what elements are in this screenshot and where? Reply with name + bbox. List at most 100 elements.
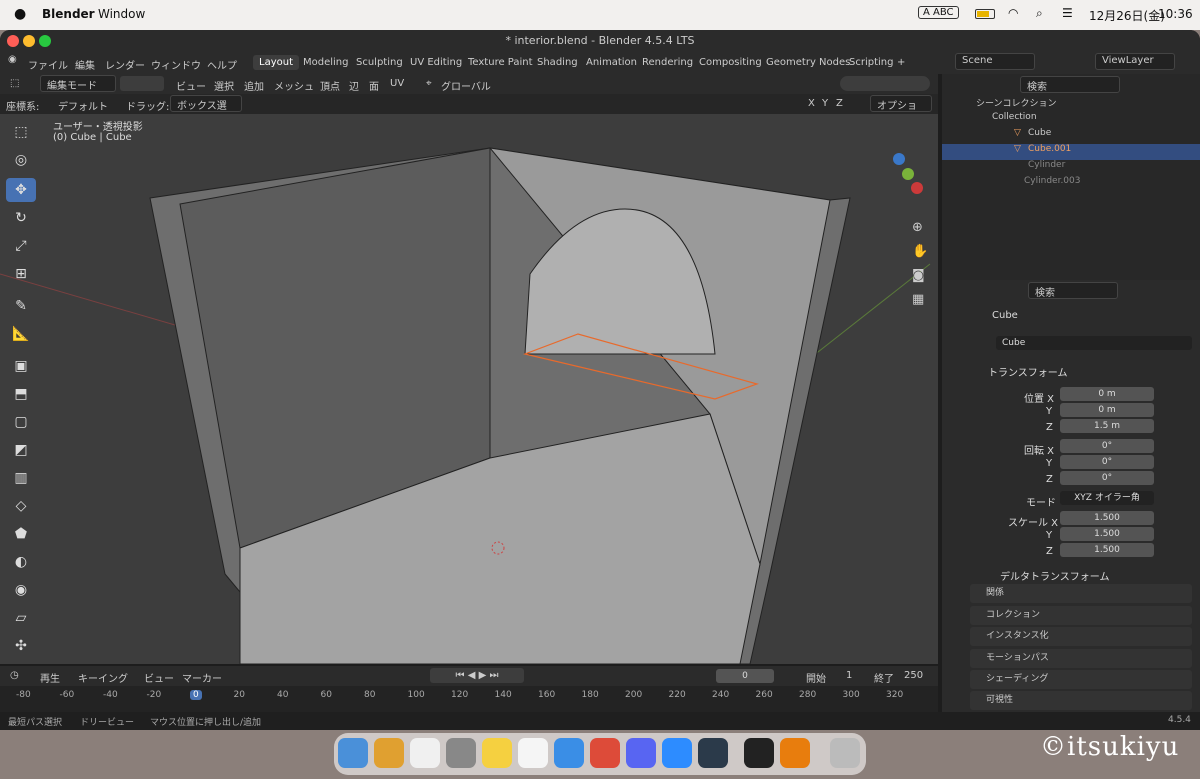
section-collections[interactable]: コレクション	[970, 606, 1192, 625]
menu-help[interactable]: ヘルプ	[201, 55, 243, 74]
tab-geometry-nodes[interactable]: Geometry Nodes	[760, 55, 856, 70]
tab-rendering[interactable]: Rendering	[636, 55, 699, 70]
keying-menu[interactable]: キーイング	[78, 670, 128, 685]
add-workspace-icon[interactable]: +	[891, 55, 911, 70]
spin-tool-icon[interactable]: ◐	[6, 550, 36, 574]
move-tool-icon[interactable]: ✥	[6, 178, 36, 202]
input-source[interactable]: A ABC	[918, 6, 959, 19]
blender-logo-icon[interactable]: ◉	[8, 54, 17, 65]
notes-icon[interactable]	[482, 738, 512, 768]
battery-icon[interactable]	[975, 9, 995, 19]
coord-selector[interactable]: デフォルト	[58, 98, 108, 113]
menu-add[interactable]: 追加	[244, 78, 264, 93]
inset-tool-icon[interactable]: ▢	[6, 410, 36, 434]
outliner-item-cylinder[interactable]: Cylinder	[942, 160, 1200, 176]
discord-icon[interactable]	[626, 738, 656, 768]
menu-edit[interactable]: 編集	[69, 55, 101, 74]
playback-menu[interactable]: 再生	[40, 670, 60, 685]
object-name-field[interactable]: Cube	[996, 336, 1192, 350]
tab-sculpting[interactable]: Sculpting	[350, 55, 409, 70]
safari-icon[interactable]	[554, 738, 584, 768]
xcode-icon[interactable]	[698, 738, 728, 768]
loop-cut-tool-icon[interactable]: ▥	[6, 466, 36, 490]
scale-tool-icon[interactable]: ⤢	[6, 234, 36, 258]
section-visibility[interactable]: 可視性	[970, 691, 1192, 710]
scale-z[interactable]: 1.500	[1060, 543, 1154, 557]
bevel-tool-icon[interactable]: ◩	[6, 438, 36, 462]
finder-icon[interactable]	[338, 738, 368, 768]
pan-hand-icon[interactable]: ✋	[912, 240, 928, 264]
tab-uv-editing[interactable]: UV Editing	[404, 55, 468, 70]
menu-vertex[interactable]: 頂点	[320, 78, 340, 93]
timeline-ruler[interactable]: -80 -60 -40 -20 0 20 40 60 80 100 120 140 160 180 200 2…	[0, 686, 938, 712]
extrude-tool-icon[interactable]: ⬒	[6, 382, 36, 406]
menu-view[interactable]: ビュー	[176, 78, 206, 93]
outliner-search[interactable]: 検索	[1020, 76, 1120, 93]
scene-selector[interactable]: Scene	[955, 53, 1035, 70]
photos-icon[interactable]	[410, 738, 440, 768]
menu-mesh[interactable]: メッシュ	[274, 78, 314, 93]
date[interactable]: 12月26日(金)	[1089, 7, 1165, 24]
outliner-item-cube001[interactable]: ▽ Cube.001	[942, 144, 1200, 160]
menu-render[interactable]: レンダー	[99, 55, 151, 74]
outliner-item-cylinder003[interactable]: Cylinder.003	[942, 176, 1200, 192]
viewlayer-selector[interactable]: ViewLayer	[1095, 53, 1175, 70]
drag-selector[interactable]: ボックス選択	[170, 95, 242, 127]
tab-animation[interactable]: Animation	[580, 55, 643, 70]
apple-icon[interactable]: ●	[14, 6, 26, 22]
zoom-icon-app[interactable]	[662, 738, 692, 768]
tab-modeling[interactable]: Modeling	[297, 55, 355, 70]
location-x[interactable]: 0 m	[1060, 387, 1154, 401]
marker-menu[interactable]: マーカー	[182, 670, 222, 685]
menu-edge[interactable]: 辺	[349, 78, 359, 93]
figma-icon[interactable]	[744, 738, 774, 768]
timeline-view-menu[interactable]: ビュー	[144, 670, 174, 685]
mirror-z[interactable]: Z	[836, 98, 843, 109]
mirror-x[interactable]: X	[808, 98, 815, 109]
orientation-selector[interactable]: グローバル	[441, 78, 491, 93]
delta-transform-header[interactable]: デルタトランスフォーム	[1000, 568, 1110, 583]
menu-window[interactable]: ウィンドウ	[145, 55, 207, 74]
zoom-icon[interactable]: ⊕	[912, 216, 928, 240]
location-y[interactable]: 0 m	[1060, 403, 1154, 417]
transform-header[interactable]: トランスフォーム	[988, 364, 1068, 379]
outliner-item-collection[interactable]: Collection	[942, 112, 1200, 128]
rotate-tool-icon[interactable]: ↻	[6, 206, 36, 230]
smooth-tool-icon[interactable]: ◉	[6, 578, 36, 602]
menu-select[interactable]: 選択	[214, 78, 234, 93]
rip-tool-icon[interactable]: ✣	[6, 634, 36, 658]
orientation-icon[interactable]: ⌖	[426, 78, 432, 89]
tab-layout[interactable]: Layout	[253, 55, 299, 70]
add-cube-tool-icon[interactable]: ▣	[6, 354, 36, 378]
control-center-icon[interactable]: ☰	[1062, 6, 1073, 20]
launchpad-icon[interactable]	[374, 738, 404, 768]
options-button[interactable]: オプション	[870, 95, 932, 127]
window-menu[interactable]: Window	[98, 7, 145, 21]
spotlight-icon[interactable]: ⌕	[1036, 6, 1043, 21]
time[interactable]: 10:36	[1158, 7, 1193, 21]
blender-dock-icon[interactable]	[780, 738, 810, 768]
section-instancing[interactable]: インスタンス化	[970, 627, 1192, 646]
chrome-icon[interactable]	[590, 738, 620, 768]
measure-tool-icon[interactable]: 📐	[6, 322, 36, 346]
editor-type-icon[interactable]: ⬚	[10, 78, 19, 89]
settings-icon[interactable]	[446, 738, 476, 768]
tab-compositing[interactable]: Compositing	[693, 55, 768, 70]
knife-tool-icon[interactable]: ◇	[6, 494, 36, 518]
poly-build-tool-icon[interactable]: ⬟	[6, 522, 36, 546]
scale-x[interactable]: 1.500	[1060, 511, 1154, 525]
menu-file[interactable]: ファイル	[22, 55, 74, 74]
section-relations[interactable]: 関係	[970, 584, 1192, 603]
rotation-mode-selector[interactable]: XYZ オイラー角	[1060, 491, 1154, 505]
rotation-z[interactable]: 0°	[1060, 471, 1154, 485]
select-tool-icon[interactable]: ⬚	[6, 120, 36, 144]
camera-icon[interactable]: ◙	[912, 264, 928, 288]
tab-shading[interactable]: Shading	[531, 55, 584, 70]
select-mode-icons[interactable]	[120, 76, 164, 91]
section-motion-paths[interactable]: モーションパス	[970, 649, 1192, 668]
shear-tool-icon[interactable]: ▱	[6, 606, 36, 630]
end-value[interactable]: 250	[904, 670, 923, 681]
mode-selector[interactable]: 編集モード	[40, 75, 116, 92]
section-shading[interactable]: シェーディング	[970, 670, 1192, 689]
timeline-editor-icon[interactable]: ◷	[10, 670, 19, 681]
